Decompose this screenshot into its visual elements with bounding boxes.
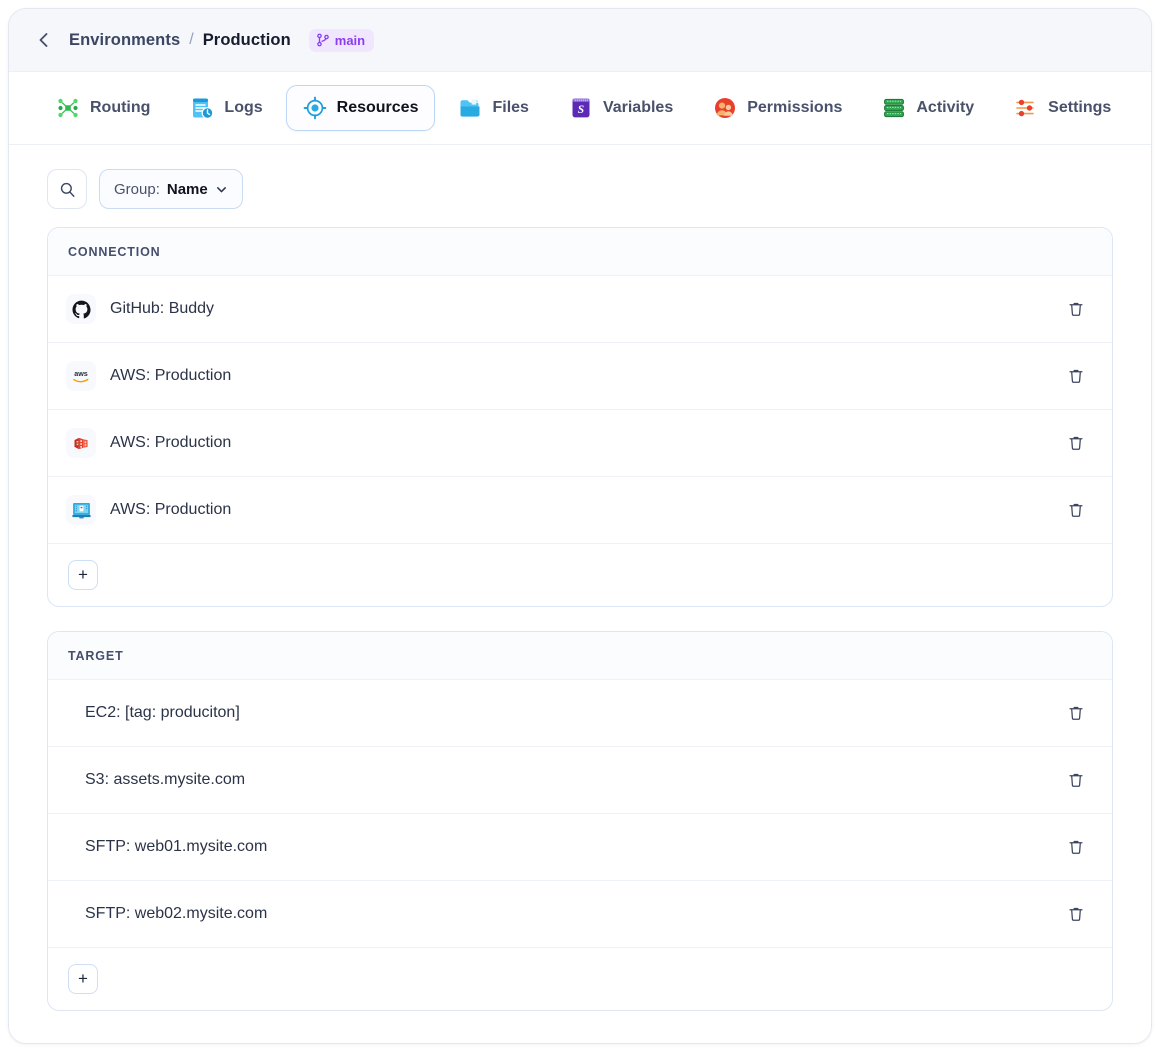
aws-red-service-icon bbox=[66, 428, 96, 458]
tab-activity[interactable]: Activity bbox=[865, 85, 991, 131]
aws-wordmark-icon: aws bbox=[66, 361, 96, 391]
delete-resource-button[interactable] bbox=[1060, 764, 1092, 796]
aws-blue-workspace-icon bbox=[66, 495, 96, 525]
delete-resource-button[interactable] bbox=[1060, 427, 1092, 459]
tab-activity-label: Activity bbox=[916, 99, 974, 117]
svg-text:S: S bbox=[578, 104, 584, 116]
group-by-value: Name bbox=[167, 181, 208, 198]
logs-clock-icon bbox=[190, 96, 214, 120]
section-target-footer: + bbox=[48, 948, 1112, 1010]
app-window: Environments / Production main bbox=[0, 0, 1160, 1058]
table-row[interactable]: AWS: Production bbox=[48, 477, 1112, 544]
tab-resources[interactable]: Resources bbox=[286, 85, 436, 131]
trash-icon bbox=[1067, 367, 1085, 385]
trash-icon bbox=[1067, 771, 1085, 789]
tab-resources-label: Resources bbox=[337, 99, 419, 117]
table-row[interactable]: S3: assets.mysite.com bbox=[48, 747, 1112, 814]
resources-target-icon bbox=[303, 96, 327, 120]
tab-variables-label: Variables bbox=[603, 99, 673, 117]
table-row[interactable]: SFTP: web02.mysite.com bbox=[48, 881, 1112, 948]
tab-routing[interactable]: Routing bbox=[39, 85, 167, 131]
trash-icon bbox=[1067, 300, 1085, 318]
resource-label: SFTP: web02.mysite.com bbox=[85, 905, 1046, 923]
section-target: TARGET EC2: [tag: produciton] S3: assets… bbox=[47, 631, 1113, 1011]
trash-icon bbox=[1067, 905, 1085, 923]
delete-resource-button[interactable] bbox=[1060, 494, 1092, 526]
tab-settings[interactable]: Settings bbox=[997, 85, 1128, 131]
add-connection-button[interactable]: + bbox=[68, 560, 98, 590]
section-connection-title: CONNECTION bbox=[48, 228, 1112, 276]
breadcrumb-bar: Environments / Production main bbox=[9, 9, 1151, 71]
tab-settings-label: Settings bbox=[1048, 99, 1111, 117]
activity-server-icon bbox=[882, 96, 906, 120]
delete-resource-button[interactable] bbox=[1060, 831, 1092, 863]
settings-sliders-icon bbox=[1014, 96, 1038, 120]
tab-variables[interactable]: S Variables bbox=[552, 85, 690, 131]
breadcrumb-current: Production bbox=[203, 31, 291, 50]
table-row[interactable]: EC2: [tag: produciton] bbox=[48, 680, 1112, 747]
resources-toolbar: Group: Name bbox=[9, 145, 1151, 227]
environment-panel: Environments / Production main bbox=[8, 8, 1152, 1044]
resource-label: AWS: Production bbox=[110, 434, 1046, 452]
table-row[interactable]: SFTP: web01.mysite.com bbox=[48, 814, 1112, 881]
svg-text:aws: aws bbox=[74, 369, 88, 378]
tab-logs[interactable]: Logs bbox=[173, 85, 279, 131]
section-target-title: TARGET bbox=[48, 632, 1112, 680]
resource-label: AWS: Production bbox=[110, 501, 1046, 519]
resource-label: S3: assets.mysite.com bbox=[85, 771, 1046, 789]
group-by-prefix: Group: bbox=[114, 181, 160, 198]
resource-label: SFTP: web01.mysite.com bbox=[85, 838, 1046, 856]
resource-label: EC2: [tag: produciton] bbox=[85, 704, 1046, 722]
chevron-left-icon bbox=[34, 30, 54, 50]
tab-routing-label: Routing bbox=[90, 99, 150, 117]
delete-resource-button[interactable] bbox=[1060, 697, 1092, 729]
table-row[interactable]: aws AWS: Production bbox=[48, 343, 1112, 410]
delete-resource-button[interactable] bbox=[1060, 898, 1092, 930]
trash-icon bbox=[1067, 501, 1085, 519]
table-row[interactable]: AWS: Production bbox=[48, 410, 1112, 477]
files-folder-icon bbox=[458, 96, 482, 120]
content-sheet: Routing Logs bbox=[9, 71, 1151, 1044]
resource-sections: CONNECTION GitHub: Buddy bbox=[9, 227, 1151, 1011]
variables-s-icon: S bbox=[569, 96, 593, 120]
tab-files-label: Files bbox=[492, 99, 528, 117]
tab-files[interactable]: Files bbox=[441, 85, 545, 131]
trash-icon bbox=[1067, 434, 1085, 452]
breadcrumb-parent[interactable]: Environments bbox=[69, 31, 180, 50]
table-row[interactable]: GitHub: Buddy bbox=[48, 276, 1112, 343]
delete-resource-button[interactable] bbox=[1060, 293, 1092, 325]
trash-icon bbox=[1067, 704, 1085, 722]
back-button[interactable] bbox=[31, 27, 57, 53]
search-icon bbox=[59, 181, 76, 198]
tab-bar: Routing Logs bbox=[9, 72, 1151, 145]
branch-badge-label: main bbox=[335, 33, 365, 48]
add-target-button[interactable]: + bbox=[68, 964, 98, 994]
resource-label: GitHub: Buddy bbox=[110, 300, 1046, 318]
tab-permissions[interactable]: Permissions bbox=[696, 85, 859, 131]
chevron-down-icon bbox=[215, 183, 228, 196]
git-branch-icon bbox=[316, 33, 330, 47]
routing-nodes-icon bbox=[56, 96, 80, 120]
branch-badge[interactable]: main bbox=[309, 29, 374, 52]
group-by-dropdown[interactable]: Group: Name bbox=[99, 169, 243, 209]
trash-icon bbox=[1067, 838, 1085, 856]
section-connection: CONNECTION GitHub: Buddy bbox=[47, 227, 1113, 607]
tab-permissions-label: Permissions bbox=[747, 99, 842, 117]
resource-label: AWS: Production bbox=[110, 367, 1046, 385]
github-icon bbox=[66, 294, 96, 324]
tab-logs-label: Logs bbox=[224, 99, 262, 117]
permissions-users-icon bbox=[713, 96, 737, 120]
delete-resource-button[interactable] bbox=[1060, 360, 1092, 392]
section-connection-footer: + bbox=[48, 544, 1112, 606]
search-button[interactable] bbox=[47, 169, 87, 209]
breadcrumb-separator: / bbox=[189, 31, 193, 49]
